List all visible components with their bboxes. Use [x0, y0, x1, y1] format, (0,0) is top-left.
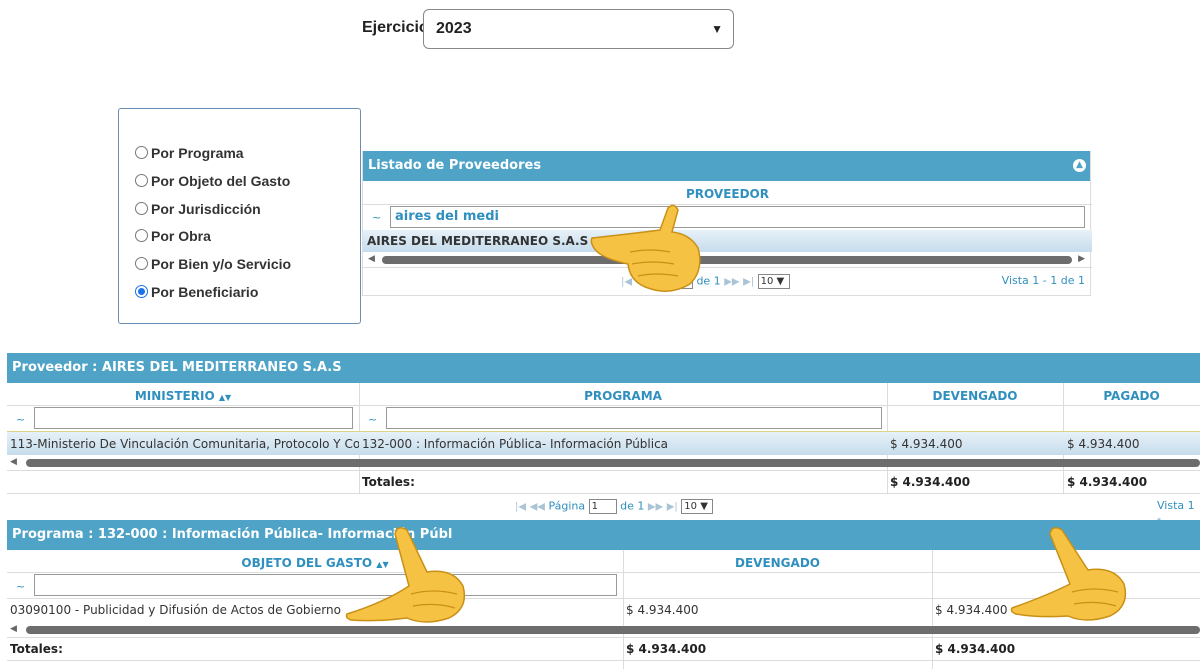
horizontal-scrollbar[interactable]	[26, 459, 1200, 467]
column-header-ministerio[interactable]: MINISTERIO ▲▼	[7, 389, 359, 403]
totals-pagado: $ 4.934.400	[935, 642, 1016, 656]
first-page-icon[interactable]: |◀	[515, 502, 526, 513]
vista-info: Vista 1 - 1 de 1	[1001, 274, 1085, 287]
radio-circle-checked-icon[interactable]	[135, 285, 148, 298]
radio-circle-icon[interactable]	[135, 146, 148, 159]
report-type-radio-group: Por Programa Por Objeto del Gasto Por Ju…	[118, 108, 361, 324]
page-label: Página	[548, 499, 586, 513]
radio-por-beneficiario[interactable]: Por Beneficiario	[135, 284, 258, 300]
totals-devengado: $ 4.934.400	[890, 475, 971, 489]
table-row[interactable]: AIRES DEL MEDITERRANEO S.A.S	[363, 230, 1092, 252]
objeto-filter-input[interactable]	[34, 574, 617, 596]
radio-circle-icon[interactable]	[135, 202, 148, 215]
proveedores-grid: Listado de Proveedores ▲ PROVEEDOR ~ air…	[362, 151, 1092, 296]
proveedor-cell[interactable]: AIRES DEL MEDITERRANEO S.A.S	[367, 234, 588, 248]
chevron-down-icon: ▼	[711, 22, 723, 36]
column-header-proveedor[interactable]: PROVEEDOR	[363, 187, 1092, 201]
pointing-hand-emoji-icon	[345, 527, 466, 623]
horizontal-scrollbar[interactable]	[26, 626, 1200, 634]
ministerio-filter-input[interactable]	[34, 407, 353, 429]
pagado-cell[interactable]: $ 4.934.400	[1067, 432, 1140, 456]
proveedor-detail-grid-title: Proveedor : AIRES DEL MEDITERRANEO S.A.S	[7, 353, 1200, 383]
radio-circle-icon[interactable]	[135, 174, 148, 187]
totals-label: Totales:	[10, 642, 63, 656]
rows-per-page-select[interactable]: 10 ▼	[681, 499, 714, 514]
filter-operator[interactable]: ~	[16, 413, 25, 426]
devengado-cell[interactable]: $ 4.934.400	[626, 599, 699, 621]
pagado-cell[interactable]: $ 4.934.400	[935, 599, 1008, 621]
column-header-pagado[interactable]: PAGADO	[1063, 389, 1200, 403]
column-header-devengado[interactable]: DEVENGADO	[887, 389, 1063, 403]
objeto-cell[interactable]: 03090100 - Publicidad y Difusión de Acto…	[10, 599, 341, 621]
programa-cell[interactable]: 132-000 : Información Pública- Informaci…	[362, 432, 668, 456]
page-count: de 1	[620, 499, 645, 513]
filter-operator[interactable]: ~	[372, 211, 381, 224]
last-page-icon[interactable]: ▶|	[743, 277, 754, 288]
devengado-cell[interactable]: $ 4.934.400	[890, 432, 963, 456]
radio-por-obra[interactable]: Por Obra	[135, 228, 211, 244]
pager: |◀ ◀◀ Página 1 de 1 ▶▶ ▶| 10 ▼	[515, 499, 714, 514]
next-page-icon[interactable]: ▶▶	[724, 277, 739, 288]
collapse-icon[interactable]: ▲	[1073, 159, 1086, 172]
ejercicio-value: 2023	[436, 20, 472, 37]
radio-por-objeto-del-gasto[interactable]: Por Objeto del Gasto	[135, 173, 290, 189]
scroll-right-icon[interactable]: ▶	[1078, 254, 1085, 264]
radio-por-programa[interactable]: Por Programa	[135, 145, 244, 161]
radio-circle-icon[interactable]	[135, 229, 148, 242]
filter-operator[interactable]: ~	[368, 413, 377, 426]
column-header-devengado[interactable]: DEVENGADO	[623, 556, 932, 570]
prev-page-icon[interactable]: ◀◀	[530, 502, 545, 513]
filter-operator[interactable]: ~	[16, 580, 25, 593]
scroll-left-icon[interactable]: ◀	[10, 624, 17, 634]
page-input[interactable]: 1	[588, 499, 617, 514]
totals-label: Totales:	[362, 475, 415, 489]
table-row[interactable]: 113-Ministerio De Vinculación Comunitari…	[7, 431, 1200, 455]
proveedores-grid-title: Listado de Proveedores ▲	[363, 151, 1090, 181]
radio-por-bien-servicio[interactable]: Por Bien y/o Servicio	[135, 256, 291, 272]
scroll-left-icon[interactable]: ◀	[368, 254, 375, 264]
scroll-left-icon[interactable]: ◀	[10, 457, 17, 467]
rows-per-page-select[interactable]: 10 ▼	[757, 274, 790, 289]
radio-circle-icon[interactable]	[135, 257, 148, 270]
pointing-hand-emoji-icon	[1010, 527, 1127, 621]
next-page-icon[interactable]: ▶▶	[648, 502, 663, 513]
totals-pagado: $ 4.934.400	[1067, 475, 1148, 489]
sort-icon[interactable]: ▲▼	[219, 393, 231, 402]
proveedor-detail-grid: Proveedor : AIRES DEL MEDITERRANEO S.A.S…	[7, 353, 1200, 525]
last-page-icon[interactable]: ▶|	[667, 502, 678, 513]
programa-filter-input[interactable]	[386, 407, 882, 429]
pointing-hand-emoji-icon	[590, 204, 701, 292]
horizontal-scrollbar[interactable]	[382, 256, 1072, 264]
radio-por-jurisdiccion[interactable]: Por Jurisdicción	[135, 201, 261, 217]
column-header-objeto-del-gasto[interactable]: OBJETO DEL GASTO ▲▼	[7, 556, 623, 570]
totals-devengado: $ 4.934.400	[626, 642, 707, 656]
proveedor-filter-input[interactable]: aires del medi	[390, 206, 1085, 228]
ejercicio-select[interactable]: 2023 ▼	[423, 9, 734, 49]
column-header-programa[interactable]: PROGRAMA	[359, 389, 887, 403]
ministerio-cell[interactable]: 113-Ministerio De Vinculación Comunitari…	[10, 432, 359, 456]
